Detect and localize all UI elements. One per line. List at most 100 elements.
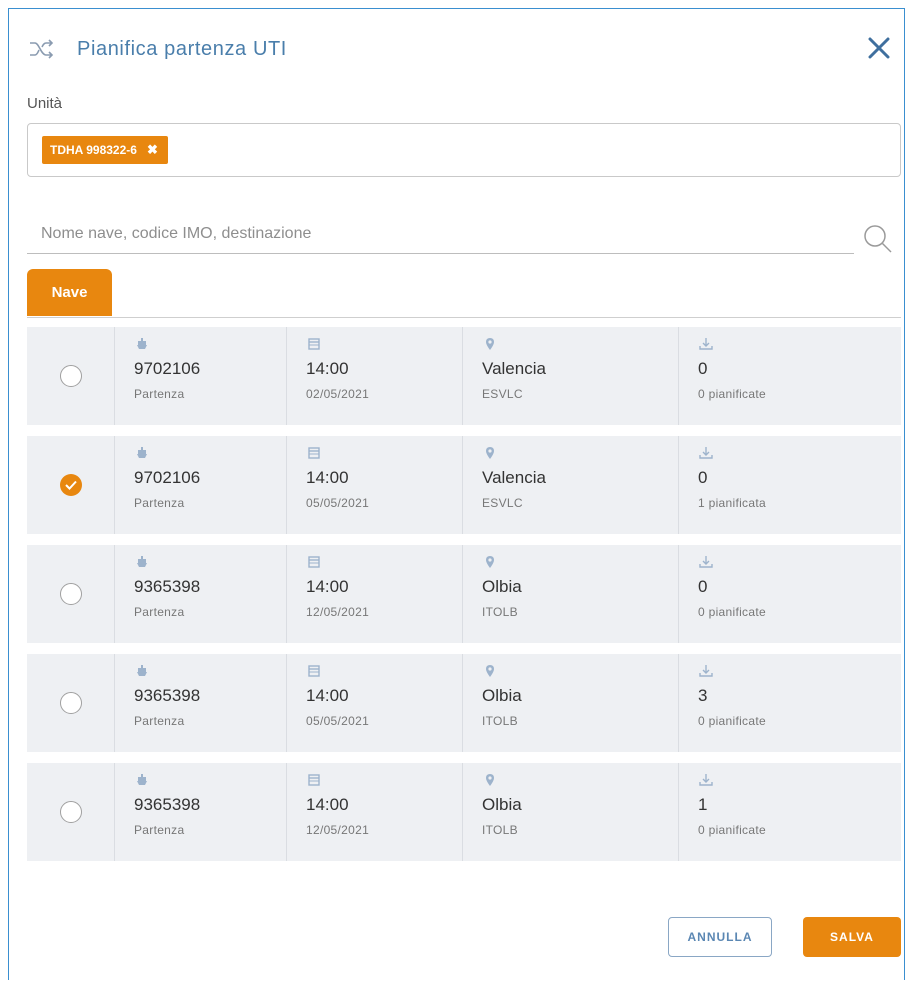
location-pin-icon [486,338,494,350]
calendar-icon [308,447,320,459]
unit-count: 1 [698,795,708,814]
unit-field[interactable]: TDHA 998322-6 ✖ [27,123,901,177]
departure-list: 9702106 Partenza 14:00 02/05/2021 Valenc… [27,327,901,872]
planned-count: 1 pianificata [698,496,766,510]
ship-cell: 9702106 Partenza [114,436,286,534]
ship-icon [137,338,147,349]
destination-city: Olbia [482,686,522,705]
cancel-button[interactable]: ANNULLA [668,917,772,957]
radio-cell [27,545,114,643]
loading-cell: 0 0 pianificate [678,327,901,425]
imo-number: 9365398 [134,795,201,814]
departure-row[interactable]: 9365398 Partenza 14:00 12/05/2021 Olbia … [27,763,901,861]
planned-count: 0 pianificate [698,823,766,837]
radio-cell [27,654,114,752]
departure-row[interactable]: 9702106 Partenza 14:00 05/05/2021 Valenc… [27,436,901,534]
departure-time: 14:00 [306,468,349,487]
imo-number: 9702106 [134,359,201,378]
select-radio[interactable] [59,801,82,823]
imo-number: 9365398 [134,577,201,596]
unit-chip: TDHA 998322-6 ✖ [42,136,168,164]
departure-time: 14:00 [306,795,349,814]
tab-nave-label: Nave [51,284,88,301]
schedule-cell: 14:00 05/05/2021 [286,436,462,534]
imo-sub: Partenza [134,605,185,619]
unit-count: 3 [698,686,708,705]
tab-nave[interactable]: Nave [27,269,112,316]
calendar-icon [308,556,320,568]
unit-count: 0 [698,359,708,378]
schedule-cell: 14:00 05/05/2021 [286,654,462,752]
search-button[interactable] [862,223,894,255]
plan-departure-dialog: Pianifica partenza UTI Unità TDHA 998322… [8,8,905,980]
download-icon [699,338,713,350]
schedule-cell: 14:00 02/05/2021 [286,327,462,425]
calendar-icon [308,774,320,786]
destination-code: ITOLB [482,605,518,619]
close-button[interactable] [862,31,896,65]
destination-cell: Olbia ITOLB [462,545,678,643]
close-icon[interactable] [867,36,891,60]
unit-chip-label: TDHA 998322-6 [50,143,137,157]
loading-cell: 0 1 pianificata [678,436,901,534]
destination-city: Valencia [482,359,546,378]
ship-cell: 9702106 Partenza [114,327,286,425]
search-input[interactable] [27,215,854,253]
departure-date: 12/05/2021 [306,605,370,619]
planned-count: 0 pianificate [698,605,766,619]
destination-code: ESVLC [482,387,523,401]
radio-cell [27,327,114,425]
destination-cell: Valencia ESVLC [462,436,678,534]
ship-icon [137,774,147,785]
download-icon [699,665,713,677]
location-pin-icon [486,447,494,459]
planned-count: 0 pianificate [698,387,766,401]
calendar-icon [308,338,320,350]
download-icon [699,556,713,568]
dialog-footer: ANNULLA SALVA [9,917,904,977]
destination-city: Olbia [482,795,522,814]
departure-time: 14:00 [306,686,349,705]
shuffle-icon [27,34,57,64]
save-button[interactable]: SALVA [803,917,901,957]
download-icon [699,774,713,786]
ship-icon [137,447,147,458]
radio-cell [27,436,114,534]
departure-date: 12/05/2021 [306,823,370,837]
departure-row[interactable]: 9702106 Partenza 14:00 02/05/2021 Valenc… [27,327,901,425]
destination-code: ITOLB [482,714,518,728]
schedule-cell: 14:00 12/05/2021 [286,763,462,861]
departure-row[interactable]: 9365398 Partenza 14:00 12/05/2021 Olbia … [27,545,901,643]
ship-icon [137,556,147,567]
departure-date: 05/05/2021 [306,496,370,510]
radio-cell [27,763,114,861]
calendar-icon [308,665,320,677]
destination-cell: Olbia ITOLB [462,763,678,861]
departure-row[interactable]: 9365398 Partenza 14:00 05/05/2021 Olbia … [27,654,901,752]
imo-number: 9702106 [134,468,201,487]
location-pin-icon [486,665,494,677]
ship-cell: 9365398 Partenza [114,763,286,861]
download-icon [699,447,713,459]
check-icon [64,480,77,490]
select-radio[interactable] [59,583,82,605]
departure-date: 02/05/2021 [306,387,370,401]
loading-cell: 1 0 pianificate [678,763,901,861]
location-pin-icon [486,774,494,786]
select-radio[interactable] [59,365,82,387]
unit-count: 0 [698,468,708,487]
select-radio[interactable] [59,692,82,714]
destination-city: Valencia [482,468,546,487]
ship-icon [137,665,147,676]
schedule-cell: 14:00 12/05/2021 [286,545,462,643]
dialog-header: Pianifica partenza UTI [27,31,287,67]
imo-sub: Partenza [134,714,185,728]
planned-count: 0 pianificate [698,714,766,728]
imo-sub: Partenza [134,823,185,837]
remove-chip-icon[interactable]: ✖ [147,142,158,158]
loading-cell: 0 0 pianificate [678,545,901,643]
dialog-title: Pianifica partenza UTI [77,37,287,60]
search-icon[interactable] [862,223,894,255]
select-radio[interactable] [59,474,82,496]
departure-time: 14:00 [306,359,349,378]
